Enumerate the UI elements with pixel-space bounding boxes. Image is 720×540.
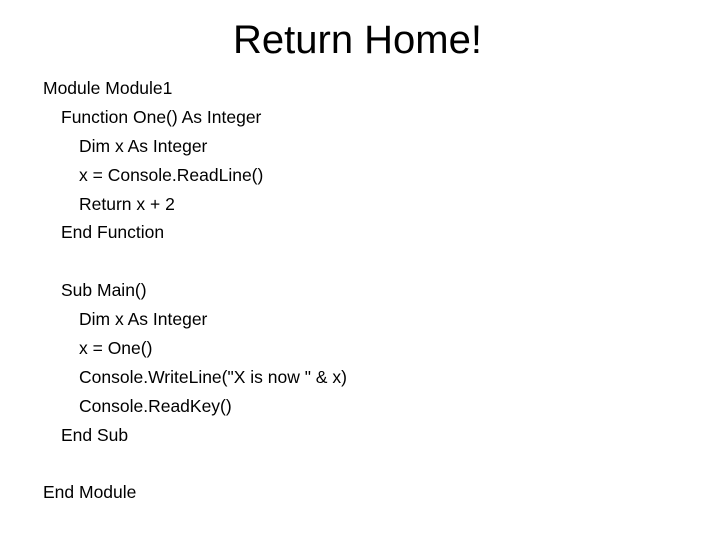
code-line: Module Module1 <box>43 78 173 98</box>
code-line: Dim x As Integer <box>79 135 208 156</box>
code-line: Function One() As Integer <box>61 106 262 127</box>
code-line: End Function <box>61 222 165 243</box>
code-line: Dim x As Integer <box>79 309 208 330</box>
code-line: Return x + 2 <box>79 193 175 214</box>
slide-title: Return Home! <box>233 18 482 62</box>
code-line: End Sub <box>61 424 129 445</box>
code-line: x = One() <box>79 338 153 359</box>
code-line: Sub Main() <box>61 280 147 301</box>
code-line: Console.WriteLine("X is now " & x) <box>79 366 347 387</box>
code-line: Console.ReadKey() <box>79 395 232 416</box>
code-block: Module Module1 Function One() As Integer… <box>43 74 347 507</box>
code-line: x = Console.ReadLine() <box>79 164 264 185</box>
code-line: End Module <box>43 482 137 503</box>
